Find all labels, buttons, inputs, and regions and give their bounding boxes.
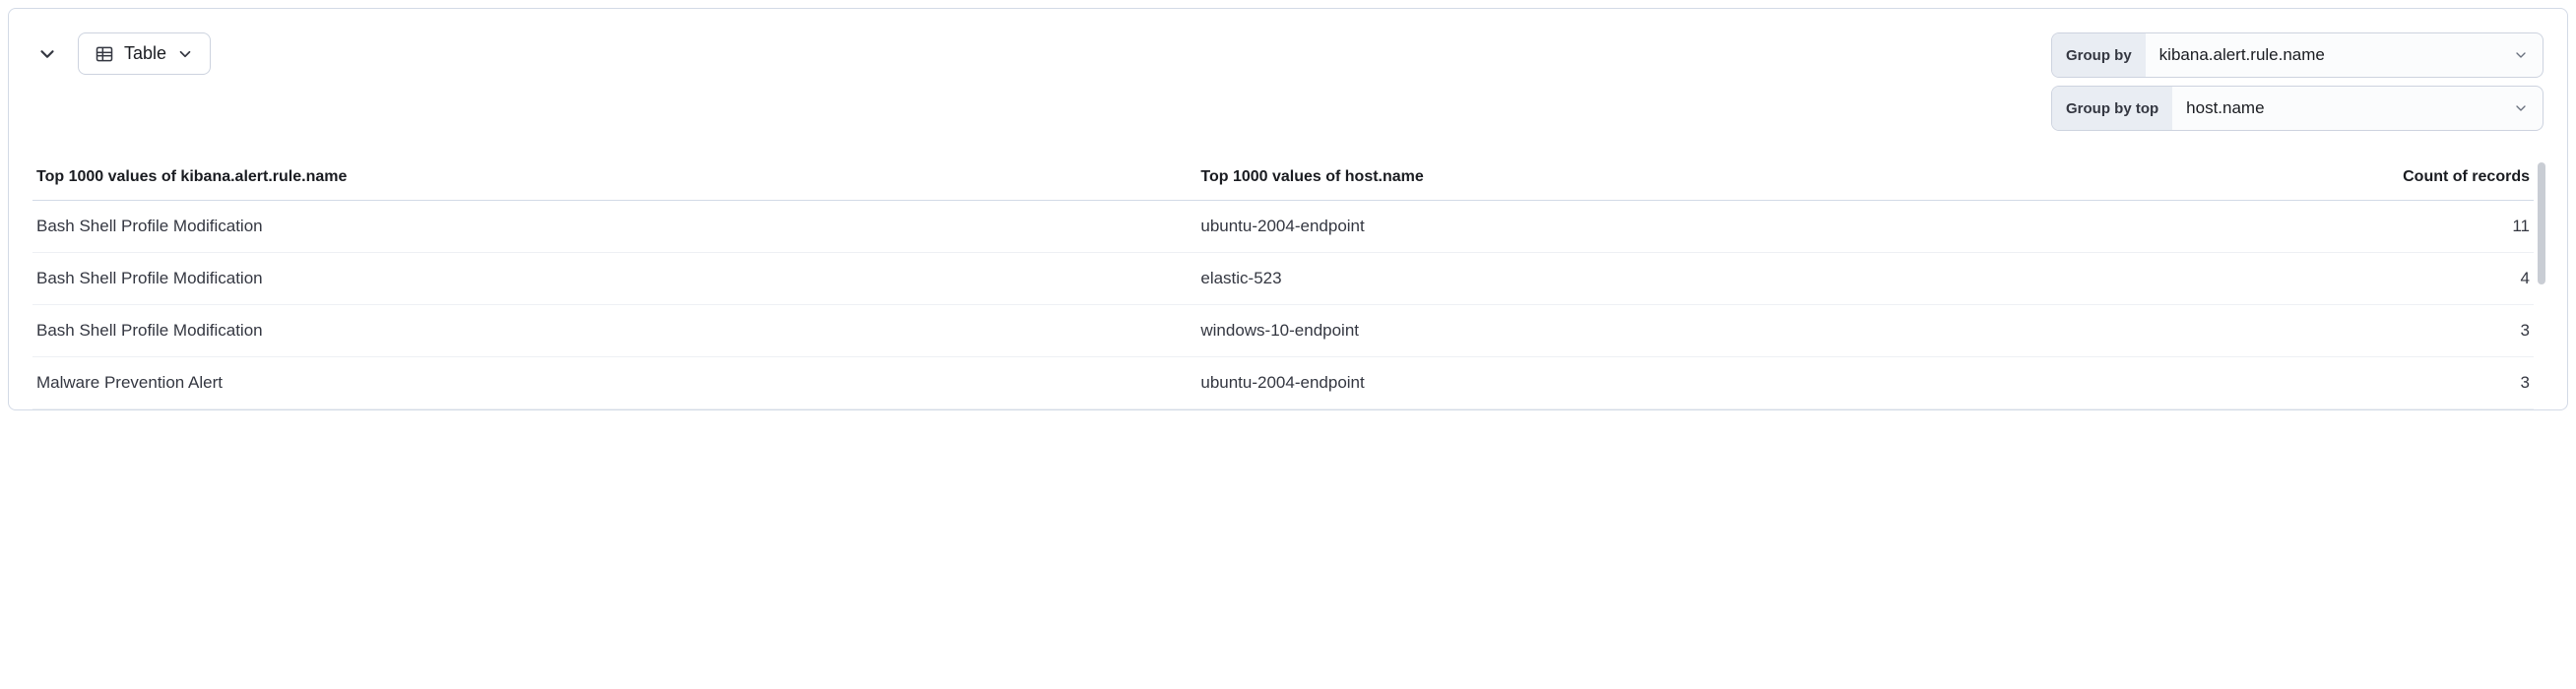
table-container: Top 1000 values of kibana.alert.rule.nam… <box>32 155 2544 409</box>
cell-host: elastic-523 <box>1196 253 2040 305</box>
scrollbar-thumb[interactable] <box>2538 162 2545 284</box>
cell-host: windows-10-endpoint <box>1196 305 2040 357</box>
column-header-host[interactable]: Top 1000 values of host.name <box>1196 155 2040 201</box>
cell-host: ubuntu-2004-endpoint <box>1196 357 2040 409</box>
visualization-panel: Table Group by kibana.alert.rule.name Gr… <box>8 8 2568 410</box>
toolbar-left: Table <box>32 32 211 75</box>
data-table: Top 1000 values of kibana.alert.rule.nam… <box>32 155 2534 409</box>
table-row[interactable]: Malware Prevention Alert ubuntu-2004-end… <box>32 357 2534 409</box>
cell-rule: Bash Shell Profile Modification <box>32 305 1196 357</box>
table-header-row: Top 1000 values of kibana.alert.rule.nam… <box>32 155 2534 201</box>
chevron-down-icon <box>2513 100 2529 116</box>
chevron-down-icon <box>36 43 58 65</box>
cell-count: 4 <box>2040 253 2534 305</box>
cell-count: 3 <box>2040 305 2534 357</box>
visualization-type-selector[interactable]: Table <box>78 32 211 75</box>
chevron-down-icon <box>2513 47 2529 63</box>
group-by-value: kibana.alert.rule.name <box>2159 45 2325 65</box>
cell-rule: Bash Shell Profile Modification <box>32 201 1196 253</box>
group-by-top-label: Group by top <box>2052 87 2172 130</box>
panel-toolbar: Table Group by kibana.alert.rule.name Gr… <box>32 32 2544 131</box>
scrollbar-track[interactable] <box>2538 162 2545 406</box>
cell-count: 3 <box>2040 357 2534 409</box>
toolbar-right: Group by kibana.alert.rule.name Group by… <box>2051 32 2544 131</box>
chevron-down-icon <box>176 45 194 63</box>
group-by-select[interactable]: kibana.alert.rule.name <box>2146 33 2543 77</box>
column-header-count[interactable]: Count of records <box>2040 155 2534 201</box>
group-by-label: Group by <box>2052 33 2146 77</box>
visualization-type-label: Table <box>124 43 166 64</box>
group-by-top-value: host.name <box>2186 98 2264 118</box>
table-row[interactable]: Bash Shell Profile Modification ubuntu-2… <box>32 201 2534 253</box>
cell-count: 11 <box>2040 201 2534 253</box>
table-row[interactable]: Bash Shell Profile Modification windows-… <box>32 305 2534 357</box>
panel-collapse-toggle[interactable] <box>32 39 62 69</box>
cell-host: ubuntu-2004-endpoint <box>1196 201 2040 253</box>
column-header-rule[interactable]: Top 1000 values of kibana.alert.rule.nam… <box>32 155 1196 201</box>
cell-rule: Bash Shell Profile Modification <box>32 253 1196 305</box>
cell-rule: Malware Prevention Alert <box>32 357 1196 409</box>
group-by-top-select[interactable]: host.name <box>2172 87 2543 130</box>
group-by-control: Group by kibana.alert.rule.name <box>2051 32 2544 78</box>
table-row[interactable]: Bash Shell Profile Modification elastic-… <box>32 253 2534 305</box>
table-icon <box>95 44 114 64</box>
group-by-top-control: Group by top host.name <box>2051 86 2544 131</box>
